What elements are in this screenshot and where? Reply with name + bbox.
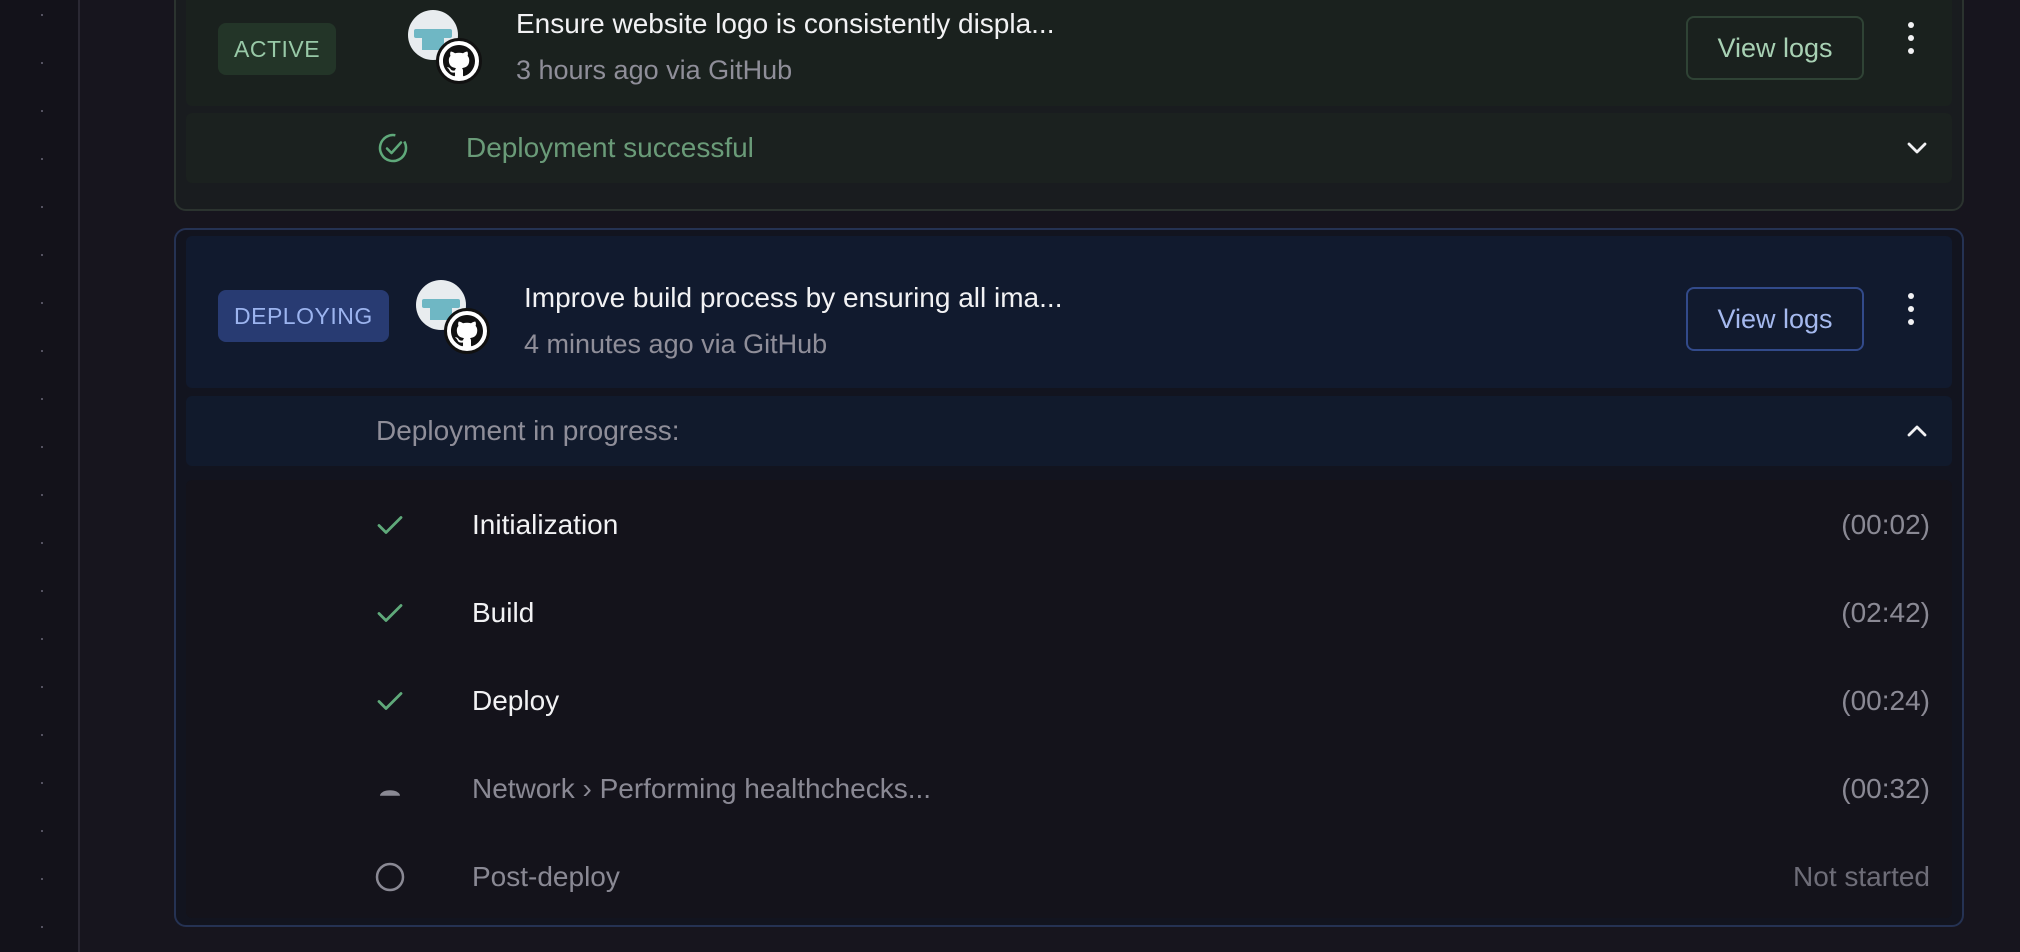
rail-dot bbox=[41, 542, 43, 544]
rail-dot bbox=[41, 302, 43, 304]
view-logs-button[interactable]: View logs bbox=[1686, 16, 1864, 80]
commit-meta: 3 hours ago via GitHub bbox=[516, 55, 793, 85]
deployment-status-toggle[interactable]: Deployment successful bbox=[186, 113, 1952, 183]
chevron-up-icon[interactable] bbox=[1904, 418, 1930, 444]
kebab-menu-icon[interactable] bbox=[1904, 289, 1918, 329]
check-icon bbox=[377, 516, 403, 534]
spinner-icon bbox=[380, 790, 400, 796]
rail-dot bbox=[41, 926, 43, 928]
rail-dot bbox=[41, 398, 43, 400]
status-text: Deployment in progress: bbox=[376, 415, 680, 446]
left-rail bbox=[0, 0, 80, 952]
deployment-status-toggle[interactable]: Deployment in progress: bbox=[186, 396, 1952, 466]
rail-dot bbox=[41, 638, 43, 640]
step-duration: (00:32) bbox=[1841, 773, 1930, 804]
rail-dot bbox=[41, 350, 43, 352]
rail-dot bbox=[41, 110, 43, 112]
rail-dot bbox=[41, 686, 43, 688]
rail-dot bbox=[41, 590, 43, 592]
github-icon bbox=[444, 308, 490, 354]
rail-dot bbox=[41, 830, 43, 832]
github-icon bbox=[436, 38, 482, 84]
view-logs-button[interactable]: View logs bbox=[1686, 287, 1864, 351]
step-label: Build bbox=[472, 597, 535, 628]
rail-dot bbox=[41, 734, 43, 736]
step-row: Initialization (00:02) bbox=[186, 480, 1952, 568]
deployments-view: ACTIVE Ensure website logo is consistent… bbox=[0, 0, 2020, 952]
commit-title: Improve build process by ensuring all im… bbox=[524, 282, 1063, 313]
step-label: Network › Performing healthchecks... bbox=[472, 773, 932, 804]
commit-title: Ensure website logo is consistently disp… bbox=[516, 8, 1055, 39]
circle-icon bbox=[375, 862, 405, 892]
rail-dot bbox=[41, 878, 43, 880]
step-duration: Not started bbox=[1793, 861, 1930, 892]
status-badge: ACTIVE bbox=[218, 23, 337, 75]
step-row: Deploy (00:24) bbox=[186, 656, 1952, 744]
check-icon bbox=[377, 692, 403, 710]
chevron-down-icon[interactable] bbox=[1904, 135, 1930, 161]
deployment-card-deploying[interactable]: DEPLOYING Improve build process by ensur… bbox=[174, 228, 1964, 927]
step-duration: (00:24) bbox=[1841, 685, 1930, 716]
step-duration: (02:42) bbox=[1841, 597, 1930, 628]
kebab-menu-icon[interactable] bbox=[1904, 18, 1918, 58]
deployment-header[interactable]: DEPLOYING Improve build process by ensur… bbox=[186, 236, 1952, 388]
step-label: Post-deploy bbox=[472, 861, 620, 892]
step-duration: (00:02) bbox=[1841, 509, 1930, 540]
avatar-stack bbox=[408, 10, 488, 90]
step-label: Deploy bbox=[472, 685, 560, 716]
rail-dot bbox=[41, 158, 43, 160]
step-row: Network › Performing healthchecks... (00… bbox=[186, 744, 1952, 832]
rail-dot bbox=[41, 62, 43, 64]
avatar-stack bbox=[416, 280, 496, 360]
status-badge: DEPLOYING bbox=[218, 290, 389, 342]
step-label: Initialization bbox=[472, 509, 619, 540]
deployment-header[interactable]: ACTIVE Ensure website logo is consistent… bbox=[186, 0, 1952, 106]
status-text: Deployment successful bbox=[466, 132, 754, 163]
commit-meta: 4 minutes ago via GitHub bbox=[524, 329, 828, 359]
check-icon bbox=[377, 604, 403, 622]
deployment-card-active[interactable]: ACTIVE Ensure website logo is consistent… bbox=[174, 0, 1964, 211]
rail-dot bbox=[41, 494, 43, 496]
rail-dot bbox=[41, 254, 43, 256]
rail-dot bbox=[41, 206, 43, 208]
rail-dot bbox=[41, 782, 43, 784]
rail-dot bbox=[41, 14, 43, 16]
deployment-steps: Initialization (00:02) Build (02:42) Dep… bbox=[186, 480, 1952, 918]
step-row: Build (02:42) bbox=[186, 568, 1952, 656]
step-row: Post-deploy Not started bbox=[186, 832, 1952, 920]
check-circle-icon bbox=[378, 133, 408, 163]
rail-dot bbox=[41, 446, 43, 448]
